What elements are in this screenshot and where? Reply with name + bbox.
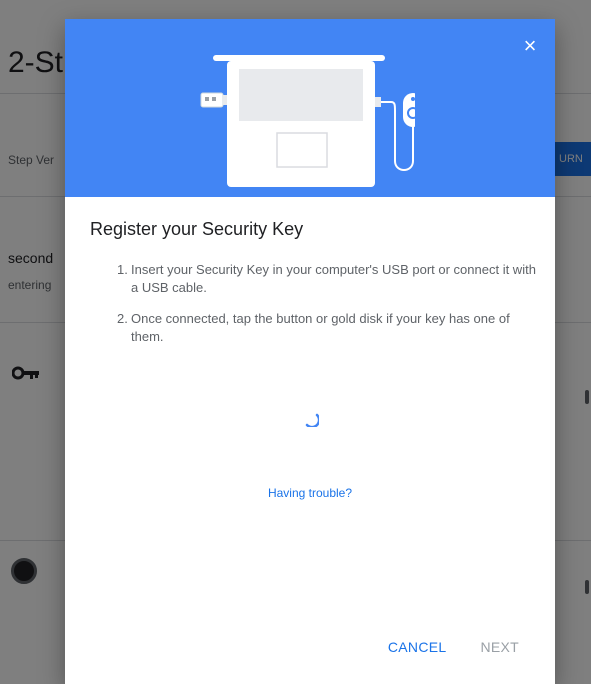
instruction-step: 2. Once connected, tap the button or gol…: [117, 310, 537, 346]
step-text: Once connected, tap the button or gold d…: [131, 311, 510, 344]
instruction-list: 1. Insert your Security Key in your comp…: [117, 261, 537, 359]
step-number: 1.: [117, 262, 128, 277]
step-number: 2.: [117, 311, 128, 326]
having-trouble-link[interactable]: Having trouble?: [65, 486, 555, 500]
loading-spinner-icon: [305, 413, 319, 427]
dialog-title: Register your Security Key: [90, 219, 304, 239]
close-icon[interactable]: ×: [517, 33, 543, 59]
cancel-button[interactable]: CANCEL: [388, 639, 447, 655]
next-button[interactable]: NEXT: [480, 639, 519, 655]
laptop-usb-key-illustration: [200, 55, 415, 187]
security-key-dialog: × Register your Security Key 1. Insert y…: [65, 19, 555, 684]
step-text: Insert your Security Key in your compute…: [131, 262, 536, 295]
dialog-header: ×: [65, 19, 555, 197]
dialog-actions: CANCEL NEXT: [388, 639, 519, 655]
instruction-step: 1. Insert your Security Key in your comp…: [117, 261, 537, 297]
